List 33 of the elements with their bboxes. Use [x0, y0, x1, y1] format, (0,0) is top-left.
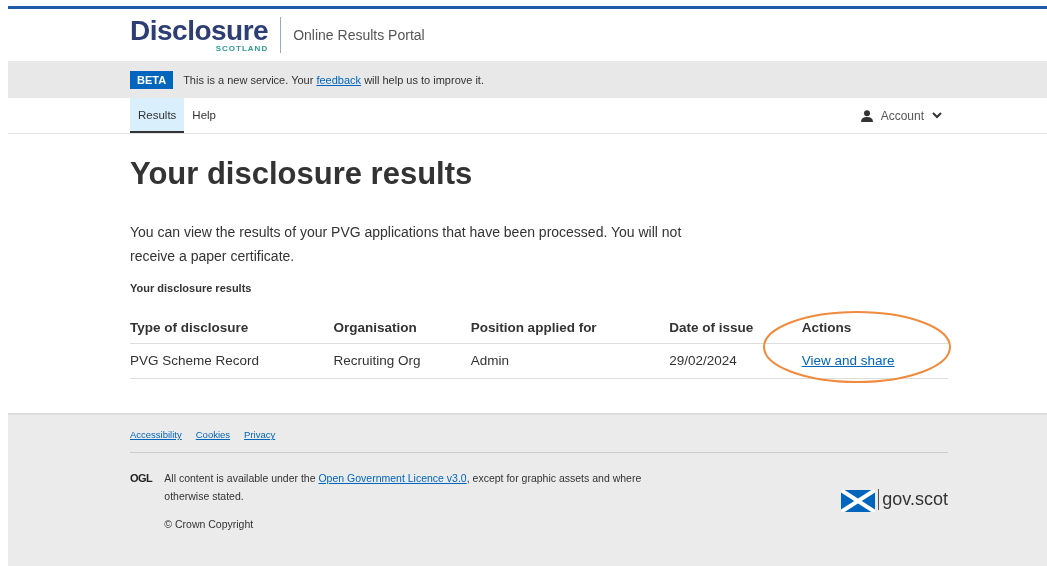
page-title: Your disclosure results	[130, 156, 474, 192]
nav-tab[interactable]: Results	[130, 98, 185, 133]
table-cell: Recruiting Org	[333, 343, 471, 379]
gov-scot-logo: gov.scot	[878, 488, 948, 510]
copyright-text: © Crown Copyright	[164, 517, 255, 532]
ogl-logo: OGL	[130, 471, 153, 486]
beta-tag: BETA	[130, 70, 174, 89]
footer-link[interactable]: Privacy	[244, 429, 276, 440]
column-header: Organisation	[333, 314, 471, 344]
licence-text: All content is available under the Open Government Licence v3.0, except for graphic assets and where otherwise stated.	[164, 471, 643, 504]
feedback-link[interactable]: feedback	[316, 73, 362, 86]
column-header: Actions	[801, 314, 948, 344]
nav-tab[interactable]: Help	[184, 98, 224, 133]
banner-text: This is a new service. Your feedback will help us to improve it.	[183, 73, 484, 86]
column-header: Date of issue	[669, 314, 802, 344]
chevron-down-icon	[932, 112, 942, 119]
column-header: Position applied for	[470, 314, 670, 344]
service-name: Online Results Portal	[293, 27, 425, 43]
logo-subtitle: SCOTLAND	[215, 45, 269, 53]
table-cell: PVG Scheme Record	[130, 343, 334, 379]
view-and-share-link[interactable]: View and share	[801, 353, 895, 368]
licence-link[interactable]: Open Government Licence v3.0	[318, 472, 467, 484]
account-menu[interactable]: Account	[880, 108, 924, 123]
table-cell: Admin	[470, 343, 670, 379]
table-caption: Your disclosure results	[130, 282, 253, 294]
logo-wordmark: Disclosure	[130, 17, 269, 45]
user-icon	[860, 109, 873, 122]
table-cell: 29/02/2024	[669, 343, 802, 379]
footer-link[interactable]: Cookies	[195, 429, 231, 440]
footer-link[interactable]: Accessibility	[130, 429, 182, 440]
saltire-flag-icon	[841, 490, 876, 512]
column-header: Type of disclosure	[130, 314, 334, 344]
intro-text: You can view the results of your PVG applications that have been processed. You will not receive a paper certificate.	[130, 223, 683, 266]
